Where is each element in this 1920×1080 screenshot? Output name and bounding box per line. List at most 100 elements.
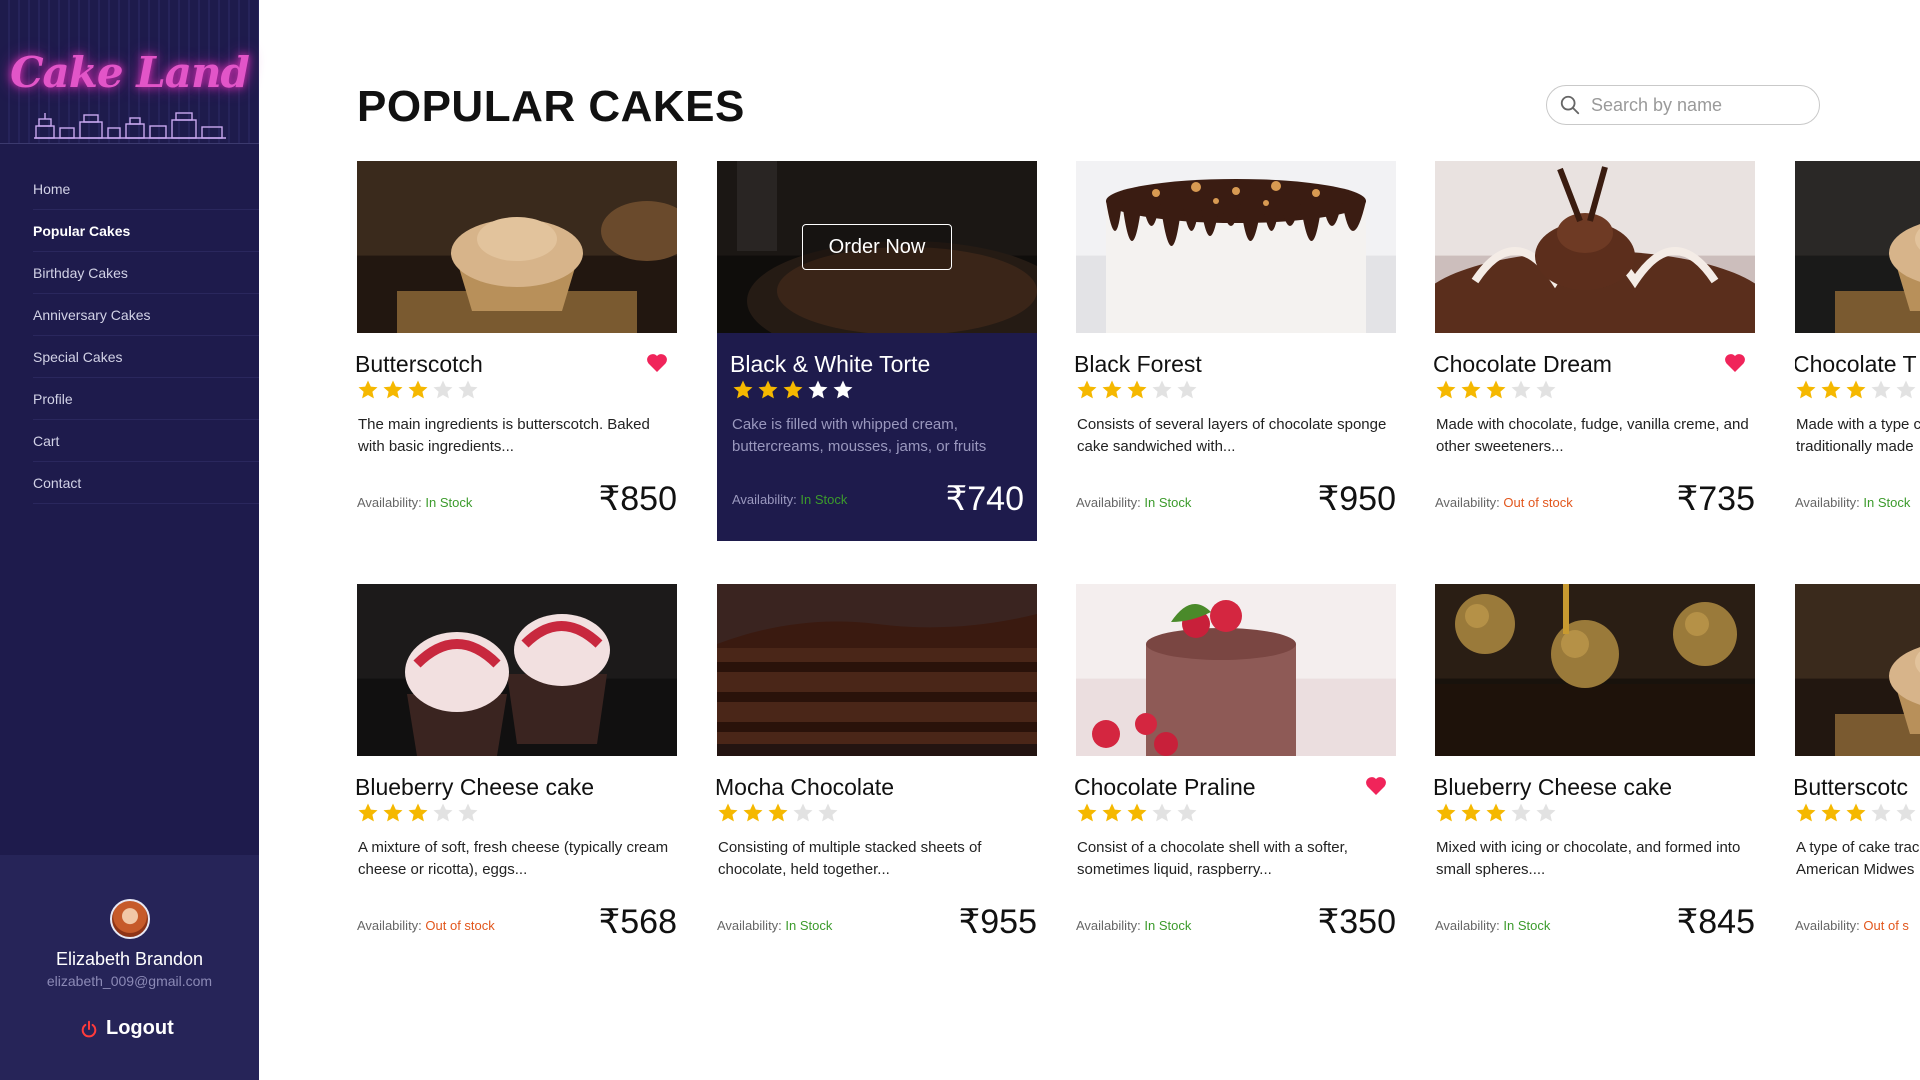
cake-title[interactable]: Black & White Torte bbox=[730, 351, 930, 378]
search-box[interactable] bbox=[1546, 85, 1820, 125]
search-icon bbox=[1560, 95, 1580, 115]
availability: Availability: In Stock bbox=[357, 495, 472, 510]
cake-title[interactable]: Chocolate Praline bbox=[1074, 774, 1256, 801]
star-icon bbox=[1102, 380, 1122, 399]
star-icon bbox=[1077, 380, 1097, 399]
availability-status: Out of stock bbox=[1503, 495, 1573, 510]
availability: Availability: In Stock bbox=[1795, 495, 1910, 510]
cake-skyline-icon bbox=[34, 112, 226, 139]
cake-card[interactable]: Black Forest Consists of several layers … bbox=[1074, 161, 1396, 541]
star-icon bbox=[1896, 803, 1916, 822]
sidebar-item-special-cakes[interactable]: Special Cakes bbox=[33, 336, 259, 378]
cake-image[interactable] bbox=[1076, 161, 1396, 333]
sidebar-item-cart[interactable]: Cart bbox=[33, 420, 259, 462]
cake-title[interactable]: Blueberry Cheese cake bbox=[355, 774, 594, 801]
cake-image[interactable] bbox=[1435, 584, 1755, 756]
cake-description: The main ingredients is butterscotch. Ba… bbox=[358, 416, 650, 455]
availability: Availability: In Stock bbox=[717, 918, 832, 933]
sidebar-item-home[interactable]: Home bbox=[33, 168, 259, 210]
search-input[interactable] bbox=[1591, 94, 1811, 116]
cake-image[interactable] bbox=[357, 584, 677, 756]
cake-image[interactable] bbox=[1795, 161, 1920, 333]
cake-card[interactable]: Chocolate T Made with a type c tradition… bbox=[1795, 161, 1920, 541]
rating-stars bbox=[357, 802, 479, 824]
star-icon bbox=[433, 380, 453, 399]
availability-label: Availability: bbox=[717, 918, 786, 933]
sidebar-nav: Home Popular Cakes Birthday Cakes Anniversa… bbox=[33, 168, 259, 504]
star-icon bbox=[358, 380, 378, 399]
cake-title[interactable]: Mocha Chocolate bbox=[715, 774, 894, 801]
cake-description: Consist of a chocolate shell with a soft… bbox=[1077, 839, 1348, 878]
cake-card[interactable]: Butterscotc A type of cake trac American… bbox=[1795, 584, 1920, 964]
logout-button[interactable]: Logout bbox=[80, 1017, 174, 1040]
availability-status: In Stock bbox=[1863, 495, 1911, 510]
rating-stars bbox=[1435, 802, 1557, 824]
sidebar-item-popular-cakes[interactable]: Popular Cakes bbox=[33, 210, 259, 252]
cake-card[interactable]: Order Now Black & White Torte Cake is fi… bbox=[717, 161, 1037, 541]
rating-stars bbox=[732, 379, 854, 401]
star-icon bbox=[1821, 380, 1841, 399]
sidebar-item-birthday-cakes[interactable]: Birthday Cakes bbox=[33, 252, 259, 294]
sidebar-item-profile[interactable]: Profile bbox=[33, 378, 259, 420]
star-icon bbox=[1436, 380, 1456, 399]
availability-status: Out of s bbox=[1863, 918, 1909, 933]
cake-image[interactable] bbox=[357, 161, 677, 333]
cake-description: A type of cake trac American Midwes bbox=[1796, 839, 1920, 878]
cake-image[interactable]: Order Now bbox=[717, 161, 1037, 333]
cake-card[interactable]: Chocolate Praline Consist of a chocolate… bbox=[1074, 584, 1396, 964]
star-icon bbox=[433, 803, 453, 822]
star-icon bbox=[1536, 380, 1556, 399]
rating-stars bbox=[1076, 802, 1198, 824]
star-icon bbox=[408, 803, 428, 822]
heart-icon[interactable] bbox=[645, 351, 669, 373]
availability: Availability: In Stock bbox=[1076, 918, 1191, 933]
sidebar-item-anniversary-cakes[interactable]: Anniversary Cakes bbox=[33, 294, 259, 336]
cake-card[interactable]: Blueberry Cheese cake A mixture of soft,… bbox=[355, 584, 677, 964]
cake-image[interactable] bbox=[1076, 584, 1396, 756]
sidebar-item-contact[interactable]: Contact bbox=[33, 462, 259, 504]
cake-price: ₹950 bbox=[1317, 480, 1396, 518]
order-now-button[interactable]: Order Now bbox=[802, 224, 952, 270]
star-icon bbox=[1821, 803, 1841, 822]
cake-card[interactable]: Mocha Chocolate Consisting of multiple s… bbox=[715, 584, 1037, 964]
heart-icon[interactable] bbox=[1723, 351, 1747, 373]
user-name: Elizabeth Brandon bbox=[55, 949, 204, 969]
cake-image[interactable] bbox=[717, 584, 1037, 756]
heart-icon[interactable] bbox=[1364, 774, 1388, 796]
cake-price: ₹850 bbox=[598, 480, 677, 518]
availability-label: Availability: bbox=[732, 492, 801, 507]
star-icon bbox=[1127, 380, 1147, 399]
star-icon bbox=[1846, 803, 1866, 822]
cake-card[interactable]: Chocolate Dream Made with chocolate, fud… bbox=[1433, 161, 1755, 541]
star-icon bbox=[1177, 803, 1197, 822]
star-icon bbox=[1486, 380, 1506, 399]
star-icon bbox=[358, 803, 378, 822]
cake-card[interactable]: Butterscotch The main ingredients is but… bbox=[355, 161, 677, 541]
cake-title[interactable]: Blueberry Cheese cake bbox=[1433, 774, 1672, 801]
cake-title[interactable]: Chocolate T bbox=[1795, 351, 1917, 378]
cake-description: Made with chocolate, fudge, vanilla crem… bbox=[1436, 416, 1749, 455]
star-icon bbox=[1871, 803, 1891, 822]
cake-price: ₹350 bbox=[1317, 903, 1396, 941]
availability-label: Availability: bbox=[1076, 495, 1145, 510]
cake-title[interactable]: Black Forest bbox=[1074, 351, 1202, 378]
star-icon bbox=[1796, 803, 1816, 822]
rating-stars bbox=[1435, 379, 1557, 401]
star-icon bbox=[1152, 803, 1172, 822]
logo[interactable]: Cake Land bbox=[0, 0, 259, 144]
cake-title[interactable]: Chocolate Dream bbox=[1433, 351, 1612, 378]
star-icon bbox=[383, 803, 403, 822]
star-icon bbox=[768, 803, 788, 822]
rating-stars bbox=[357, 379, 479, 401]
cake-price: ₹955 bbox=[958, 903, 1037, 941]
cake-image[interactable] bbox=[1795, 584, 1920, 756]
cake-description: Consists of several layers of chocolate … bbox=[1077, 416, 1387, 455]
avatar[interactable] bbox=[110, 899, 150, 939]
cake-title[interactable]: Butterscotc bbox=[1795, 774, 1908, 801]
cake-title[interactable]: Butterscotch bbox=[355, 351, 483, 378]
cake-card[interactable]: Blueberry Cheese cake Mixed with icing o… bbox=[1433, 584, 1755, 964]
availability-status: In Stock bbox=[425, 495, 473, 510]
cake-image[interactable] bbox=[1435, 161, 1755, 333]
star-icon bbox=[1461, 380, 1481, 399]
page-title: POPULAR CAKES bbox=[357, 82, 745, 131]
